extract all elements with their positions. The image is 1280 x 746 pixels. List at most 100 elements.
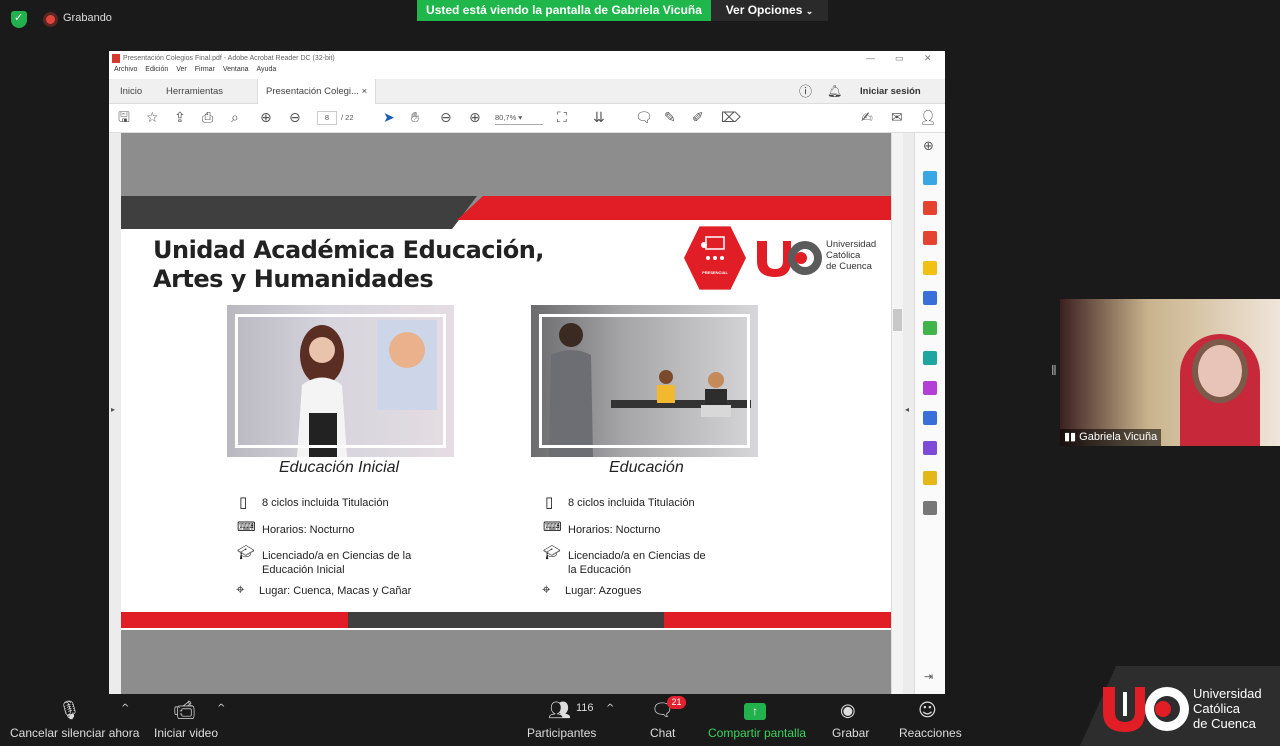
menu-firmar[interactable]: Firmar — [195, 66, 215, 73]
start-video-button[interactable]: Iniciar video — [154, 726, 218, 740]
print-icon[interactable]: ⎙ — [202, 110, 213, 126]
location-pin-icon: ⌖ — [236, 580, 245, 598]
left-panel-toggle-icon[interactable]: ▸ — [111, 405, 115, 414]
uc-name-line3: de Cuenca — [826, 261, 872, 272]
mail-icon[interactable]: ✉ — [891, 110, 903, 126]
zoom-out-icon[interactable]: ⊖ — [440, 110, 452, 126]
restore-icon[interactable]: ▭ — [895, 51, 904, 66]
select-cursor-icon[interactable]: ➤ — [383, 110, 395, 126]
fill-sign-tool-icon[interactable] — [923, 381, 937, 395]
page-number-input[interactable]: 8 — [317, 111, 337, 125]
footer-band-red-right — [664, 612, 891, 628]
menu-archivo[interactable]: Archivo — [114, 66, 137, 73]
menu-edicion[interactable]: Edición — [145, 66, 168, 73]
program-1-degree: Licenciado/a en Ciencias de la Educación… — [262, 549, 411, 577]
vertical-scrollbar[interactable] — [891, 133, 903, 694]
draw-icon[interactable]: ✐ — [692, 110, 704, 126]
export-pdf-icon[interactable] — [923, 231, 937, 245]
certificate-icon[interactable] — [923, 471, 937, 485]
protect-icon[interactable] — [923, 411, 937, 425]
record-button[interactable]: Grabar — [832, 726, 869, 740]
recording-label: Grabando — [63, 12, 112, 24]
video-off-icon[interactable]: 📹︎ — [173, 700, 196, 721]
slide-title-line2: Artes y Humanidades — [153, 265, 434, 293]
fit-page-icon[interactable]: ⛶ — [557, 110, 567, 126]
comment-tool-icon[interactable] — [923, 261, 937, 275]
tools-panel: ⊕ ⇥ — [914, 133, 945, 694]
comment-icon[interactable]: 🗨︎ — [635, 110, 653, 126]
reactions-button[interactable]: Reacciones — [899, 726, 962, 740]
zoom-tool-icon[interactable]: ⊕ — [923, 139, 934, 155]
signal-icon: ▮▮ — [1064, 431, 1077, 443]
bell-icon[interactable]: 🔔︎ — [827, 79, 842, 104]
hand-icon[interactable]: ✋︎ — [411, 110, 419, 126]
more-tools-icon[interactable] — [923, 501, 937, 515]
menu-ayuda[interactable]: Ayuda — [257, 66, 277, 73]
save-icon[interactable]: 🖫 — [118, 110, 130, 126]
tab-tools[interactable]: Herramientas — [166, 79, 223, 104]
tab-close-icon[interactable]: × — [362, 86, 368, 97]
share-screen-button[interactable]: Compartir pantalla — [708, 726, 806, 740]
chat-button[interactable]: Chat — [650, 726, 675, 740]
tab-document[interactable]: Presentación Colegi... × — [257, 79, 377, 104]
schedule-icon: ⌨ — [237, 520, 256, 535]
menu-ver[interactable]: Ver — [176, 66, 187, 73]
chat-unread-badge: 21 — [667, 696, 686, 709]
share-screen-icon[interactable]: ↑ — [744, 703, 766, 720]
collapse-panel-icon[interactable]: ⇥ — [924, 669, 933, 685]
menu-ventana[interactable]: Ventana — [223, 66, 249, 73]
scroll-mode-icon[interactable]: ⇊ — [593, 110, 605, 126]
uc-name-line2: Católica — [826, 250, 861, 261]
notebook-icon: ▯ — [545, 493, 554, 511]
program-1-cycles: 8 ciclos incluida Titulación — [262, 497, 389, 509]
sign-in-button[interactable]: Iniciar sesión — [860, 79, 921, 104]
uc-name: Universidad Católica de Cuenca — [826, 239, 876, 272]
security-shield-icon[interactable] — [11, 11, 27, 28]
reactions-icon[interactable]: ☺ — [918, 700, 937, 721]
schedule-icon: ⌨ — [543, 520, 562, 535]
zoom-select[interactable]: 80,7% ▾ — [495, 111, 543, 125]
footer-band-dark — [348, 612, 664, 628]
program-1-degree-line1: Licenciado/a en Ciencias de la — [262, 550, 412, 562]
scrollbar-thumb[interactable] — [893, 309, 902, 331]
organize-pages-icon[interactable] — [923, 201, 937, 215]
tag-icon[interactable]: ⌦ — [721, 110, 741, 126]
page-down-icon[interactable]: ⊖ — [289, 110, 301, 126]
close-icon[interactable]: ✕ — [924, 51, 932, 66]
search-icon[interactable]: ⌕ — [231, 110, 239, 126]
zoom-in-icon[interactable]: ⊕ — [469, 110, 481, 126]
audio-options-chevron-icon[interactable]: ^ — [121, 703, 129, 714]
participants-button[interactable]: Participantes — [527, 726, 596, 740]
uc-logo-icon — [757, 241, 822, 277]
microphone-muted-icon[interactable]: 🎙︎ — [58, 700, 81, 721]
right-panel-toggle-icon[interactable]: ◂ — [905, 405, 909, 414]
resize-handle-icon[interactable]: ‖ — [1051, 362, 1057, 378]
video-options-chevron-icon[interactable]: ^ — [217, 703, 225, 714]
record-icon[interactable]: ◉ — [840, 700, 856, 721]
highlight-icon[interactable]: ✎ — [664, 110, 676, 126]
view-options-button[interactable]: Ver Opciones ⌄ — [711, 0, 828, 21]
combine-files-icon[interactable] — [923, 291, 937, 305]
add-user-icon[interactable]: 👤︎ — [919, 110, 937, 126]
create-pdf-icon[interactable] — [923, 171, 937, 185]
footer-band-red-left — [121, 612, 348, 628]
participants-icon[interactable]: 👥︎ — [548, 700, 571, 721]
participants-chevron-icon[interactable]: ^ — [606, 703, 614, 714]
toolbar: 🖫 ☆ ⇪ ⎙ ⌕ ⊕ ⊖ 8 / 22 ➤ ✋︎ ⊖ ⊕ 80,7% ▾ ⛶ … — [109, 104, 945, 133]
help-icon[interactable]: ⓘ — [799, 79, 812, 104]
brand-name-line3: de Cuenca — [1193, 716, 1256, 731]
mute-button[interactable]: Cancelar silenciar ahora — [10, 726, 139, 740]
tab-bar: Inicio Herramientas Presentación Colegi.… — [109, 79, 945, 104]
send-sign-icon[interactable] — [923, 441, 937, 455]
fill-sign-icon[interactable]: ✍︎ — [861, 110, 873, 126]
edit-pdf-icon[interactable] — [923, 321, 937, 335]
participant-video[interactable]: ▮▮ Gabriela Vicuña — [1060, 299, 1280, 446]
scan-icon[interactable] — [923, 351, 937, 365]
upload-icon[interactable]: ⇪ — [174, 110, 186, 126]
program-2-cycles: 8 ciclos incluida Titulación — [568, 497, 695, 509]
minimize-icon[interactable]: — — [866, 51, 875, 66]
page-up-icon[interactable]: ⊕ — [260, 110, 272, 126]
star-icon[interactable]: ☆ — [146, 110, 159, 126]
tab-home[interactable]: Inicio — [120, 79, 142, 104]
badge-label: PRESENCIAL — [702, 270, 728, 275]
